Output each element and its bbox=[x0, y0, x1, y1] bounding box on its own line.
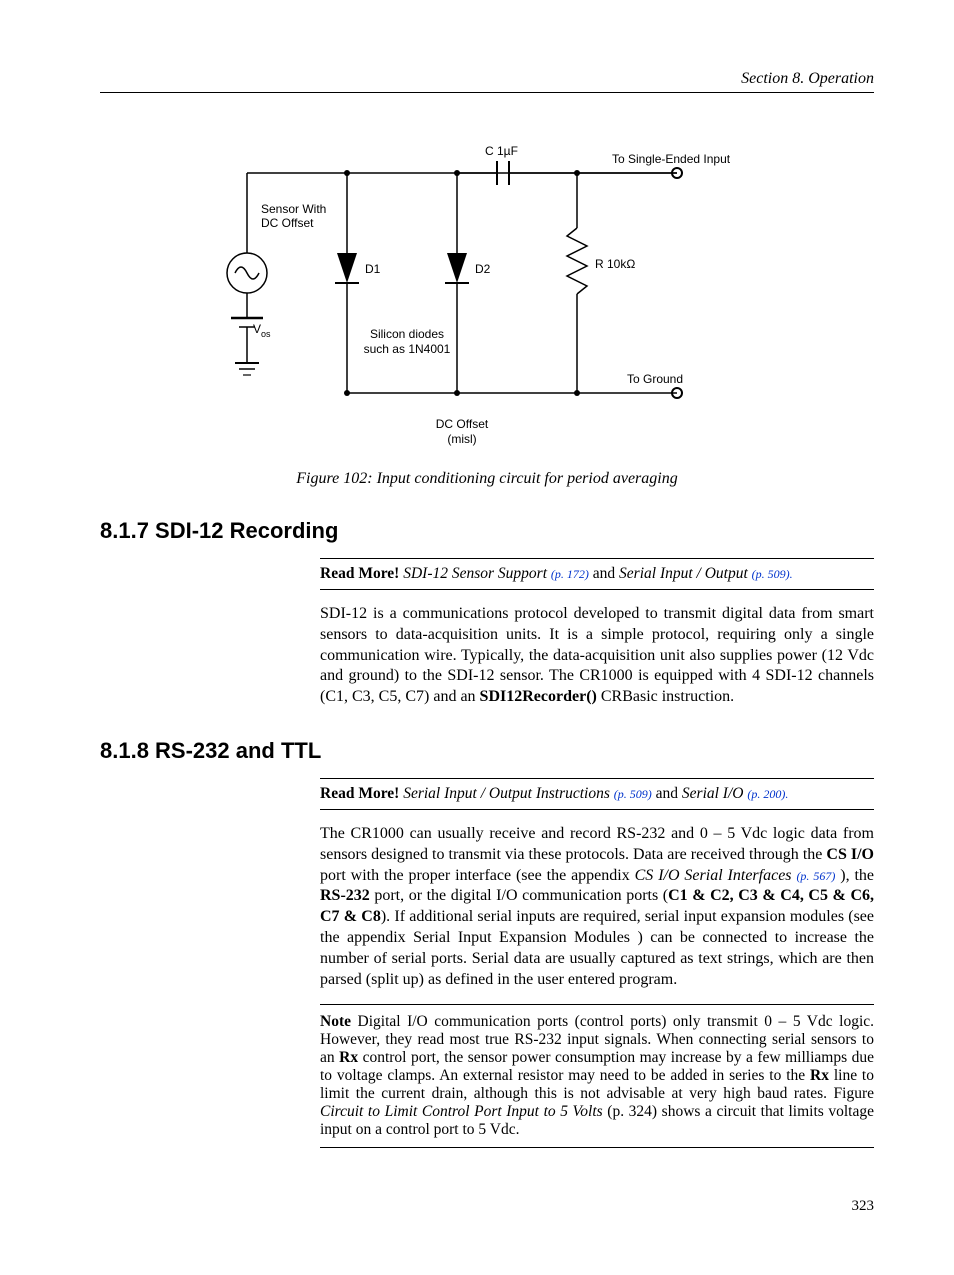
running-title: Section 8. Operation bbox=[741, 70, 874, 87]
p818-j: ). If additional serial inputs are requi… bbox=[320, 908, 874, 987]
readmore-label-818: Read More! bbox=[320, 785, 399, 802]
running-header: Section 8. Operation bbox=[100, 70, 874, 93]
rm818-ital2: Serial I/O bbox=[682, 785, 744, 802]
note-b: Rx bbox=[339, 1049, 358, 1066]
readmore-818: Read More! Serial Input / Output Instruc… bbox=[320, 778, 874, 810]
cap-label: C 1µF bbox=[485, 144, 518, 158]
note-c: control port, the sensor power consumpti… bbox=[320, 1049, 874, 1084]
svg-text:Vos: Vos bbox=[253, 322, 271, 339]
body-817: Read More! SDI-12 Sensor Support (p. 172… bbox=[320, 558, 874, 708]
heading-817: 8.1.7 SDI-12 Recording bbox=[100, 518, 874, 544]
rm818-link2[interactable]: (p. 200). bbox=[747, 787, 788, 801]
figure-102: C 1µF To Single-Ended Input Sensor With … bbox=[100, 133, 874, 488]
rm818-mid: and bbox=[656, 785, 682, 802]
p818-a: The CR1000 can usually receive and recor… bbox=[320, 825, 874, 863]
p818-d: CS I/O Serial Interfaces bbox=[635, 867, 792, 884]
sensor-label-2: DC Offset bbox=[261, 216, 314, 230]
rm-link2[interactable]: (p. 509). bbox=[752, 567, 793, 581]
p818-g: RS-232 bbox=[320, 887, 370, 904]
note-818: Note Digital I/O communication ports (co… bbox=[320, 1004, 874, 1148]
figure-caption: Figure 102: Input conditioning circuit f… bbox=[100, 470, 874, 488]
rm818-link1[interactable]: (p. 509) bbox=[614, 787, 652, 801]
diode-note-2: such as 1N4001 bbox=[364, 342, 451, 356]
circuit-diagram: C 1µF To Single-Ended Input Sensor With … bbox=[217, 133, 757, 453]
rm-ital2: Serial Input / Output bbox=[619, 565, 748, 582]
to-gnd-label: To Ground bbox=[627, 372, 683, 386]
note-label: Note bbox=[320, 1013, 351, 1030]
p817-b: SDI12Recorder() bbox=[480, 688, 597, 705]
note-f: Circuit to Limit Control Port Input to 5… bbox=[320, 1103, 603, 1120]
note-d: Rx bbox=[810, 1067, 829, 1084]
p818-c: port with the proper interface (see the … bbox=[320, 867, 635, 884]
rm-mid: and bbox=[593, 565, 619, 582]
p818-h: port, or the digital I/O communication p… bbox=[370, 887, 668, 904]
vos-sub: os bbox=[261, 329, 271, 339]
rm-ital1: SDI-12 Sensor Support bbox=[403, 565, 547, 582]
dcoff-1: DC Offset bbox=[436, 417, 489, 431]
p817-c: CRBasic instruction. bbox=[597, 688, 734, 705]
heading-818: 8.1.8 RS-232 and TTL bbox=[100, 738, 874, 764]
sensor-label-1: Sensor With bbox=[261, 202, 326, 216]
vos-label: V bbox=[253, 322, 261, 336]
readmore-label: Read More! bbox=[320, 565, 399, 582]
rm818-ital1: Serial Input / Output Instructions bbox=[403, 785, 610, 802]
body-818: Read More! Serial Input / Output Instruc… bbox=[320, 778, 874, 1148]
p818-b: CS I/O bbox=[826, 846, 874, 863]
page-number: 323 bbox=[100, 1198, 874, 1215]
diode-note-1: Silicon diodes bbox=[370, 327, 444, 341]
p818-e[interactable]: (p. 567) bbox=[796, 869, 835, 883]
rm-link1[interactable]: (p. 172) bbox=[551, 567, 589, 581]
dcoff-2: (misl) bbox=[447, 432, 476, 446]
para-818-1: The CR1000 can usually receive and recor… bbox=[320, 824, 874, 990]
p818-f: ), the bbox=[835, 867, 874, 884]
d2-label: D2 bbox=[475, 262, 491, 276]
para-817-1: SDI-12 is a communications protocol deve… bbox=[320, 604, 874, 708]
to-se-label: To Single-Ended Input bbox=[612, 152, 731, 166]
d1-label: D1 bbox=[365, 262, 381, 276]
r-label: R 10kΩ bbox=[595, 257, 635, 271]
readmore-817: Read More! SDI-12 Sensor Support (p. 172… bbox=[320, 558, 874, 590]
